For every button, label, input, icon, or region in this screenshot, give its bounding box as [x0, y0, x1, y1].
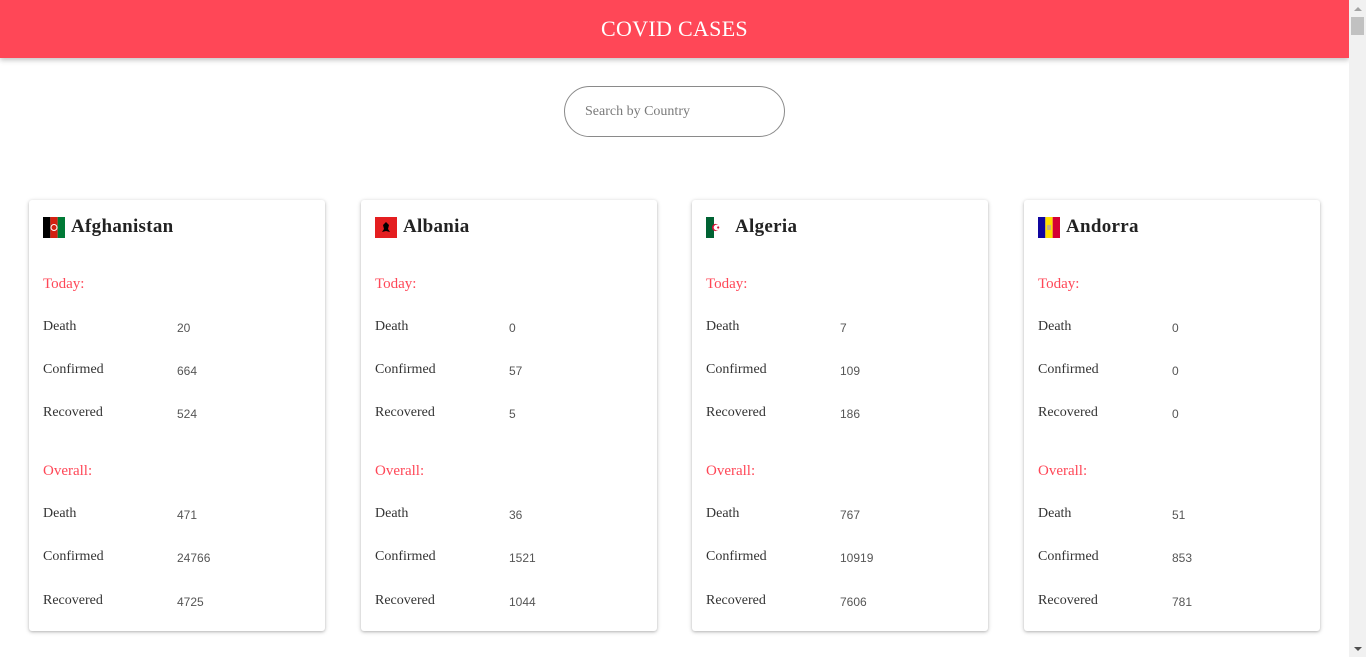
- vertical-scrollbar[interactable]: [1349, 0, 1366, 657]
- overall-recovered-value: 7606: [840, 595, 867, 609]
- overall-label: Overall:: [706, 463, 756, 479]
- overall-death-label: Death: [706, 506, 740, 521]
- afghanistan-flag-icon: [43, 216, 65, 238]
- today-confirmed-value: 109: [840, 364, 861, 378]
- today-recovered-label: Recovered: [43, 405, 103, 420]
- country-card: Andorra Today: Death 0 Confirmed 0 Recov…: [1024, 200, 1320, 631]
- today-confirmed-value: 0: [1172, 364, 1179, 378]
- today-confirmed-label: Confirmed: [43, 362, 104, 377]
- today-death-label: Death: [375, 319, 409, 334]
- today-recovered-label: Recovered: [375, 405, 435, 420]
- today-label: Today:: [706, 276, 748, 292]
- today-recovered-value: 186: [840, 407, 861, 421]
- country-name: Andorra: [1066, 216, 1139, 237]
- country-name: Algeria: [735, 216, 798, 237]
- overall-confirmed-value: 10919: [840, 551, 874, 565]
- today-confirmed-label: Confirmed: [706, 362, 767, 377]
- card-title: Albania: [375, 215, 470, 239]
- overall-death-label: Death: [375, 506, 409, 521]
- overall-confirmed-value: 1521: [509, 551, 536, 565]
- today-label: Today:: [1038, 276, 1080, 292]
- today-death-label: Death: [1038, 319, 1072, 334]
- card-title: Algeria: [706, 215, 797, 239]
- overall-label: Overall:: [43, 463, 93, 479]
- algeria-flag-icon: [706, 216, 728, 238]
- scroll-up-arrow-icon[interactable]: [1349, 0, 1366, 17]
- overall-label: Overall:: [1038, 463, 1088, 479]
- today-death-value: 0: [1172, 321, 1179, 335]
- today-recovered-value: 5: [509, 407, 516, 421]
- scrollbar-thumb[interactable]: [1351, 17, 1364, 35]
- today-death-label: Death: [706, 319, 740, 334]
- country-name: Albania: [403, 216, 470, 237]
- today-recovered-label: Recovered: [706, 405, 766, 420]
- overall-confirmed-value: 24766: [177, 551, 211, 565]
- page: COVID CASES Afghanistan Today: Death 20 …: [0, 0, 1349, 657]
- today-death-value: 0: [509, 321, 516, 335]
- overall-death-label: Death: [1038, 506, 1072, 521]
- today-confirmed-label: Confirmed: [1038, 362, 1099, 377]
- search-input[interactable]: [564, 86, 785, 137]
- today-confirmed-value: 57: [509, 364, 523, 378]
- overall-death-value: 51: [1172, 508, 1186, 522]
- overall-label: Overall:: [375, 463, 425, 479]
- scroll-down-arrow-icon[interactable]: [1349, 640, 1366, 657]
- country-name: Afghanistan: [71, 216, 174, 237]
- today-confirmed-label: Confirmed: [375, 362, 436, 377]
- overall-confirmed-label: Confirmed: [1038, 549, 1099, 564]
- card-title: Andorra: [1038, 215, 1139, 239]
- overall-confirmed-label: Confirmed: [43, 549, 104, 564]
- country-card: Afghanistan Today: Death 20 Confirmed 66…: [29, 200, 325, 631]
- andorra-flag-icon: [1038, 216, 1060, 238]
- today-label: Today:: [43, 276, 85, 292]
- overall-recovered-label: Recovered: [43, 593, 103, 608]
- overall-death-label: Death: [43, 506, 77, 521]
- today-death-value: 20: [177, 321, 191, 335]
- card-title: Afghanistan: [43, 215, 174, 239]
- overall-recovered-value: 781: [1172, 595, 1193, 609]
- overall-death-value: 36: [509, 508, 523, 522]
- overall-confirmed-value: 853: [1172, 551, 1193, 565]
- today-death-label: Death: [43, 319, 77, 334]
- country-card: Algeria Today: Death 7 Confirmed 109 Rec…: [692, 200, 988, 631]
- overall-confirmed-label: Confirmed: [706, 549, 767, 564]
- overall-death-value: 767: [840, 508, 861, 522]
- overall-death-value: 471: [177, 508, 198, 522]
- country-card: Albania Today: Death 0 Confirmed 57 Reco…: [361, 200, 657, 631]
- overall-recovered-label: Recovered: [1038, 593, 1098, 608]
- overall-recovered-value: 1044: [509, 595, 536, 609]
- overall-recovered-value: 4725: [177, 595, 204, 609]
- today-recovered-value: 0: [1172, 407, 1179, 421]
- today-death-value: 7: [840, 321, 847, 335]
- page-title: COVID CASES: [601, 16, 748, 41]
- overall-recovered-label: Recovered: [375, 593, 435, 608]
- overall-recovered-label: Recovered: [706, 593, 766, 608]
- today-confirmed-value: 664: [177, 364, 198, 378]
- today-recovered-label: Recovered: [1038, 405, 1098, 420]
- albania-flag-icon: [375, 216, 397, 238]
- today-recovered-value: 524: [177, 407, 198, 421]
- overall-confirmed-label: Confirmed: [375, 549, 436, 564]
- app-header: COVID CASES: [0, 0, 1349, 58]
- today-label: Today:: [375, 276, 417, 292]
